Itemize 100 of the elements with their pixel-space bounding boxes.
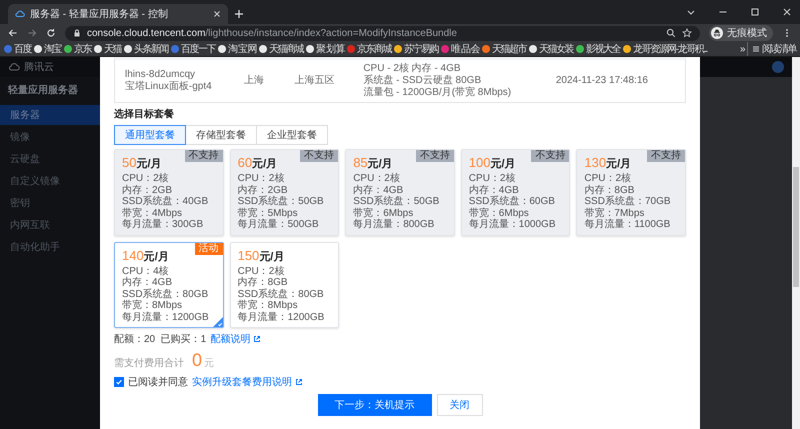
plan-spec: CPU：2核	[122, 173, 170, 184]
bookmark-link[interactable]: 京东商城	[347, 42, 392, 56]
table-cell-text: 2024-11-23 17:48:16	[556, 75, 649, 87]
plan-spec: CPU：4核	[122, 266, 170, 276]
plan-spec: 内存：2GB	[238, 184, 289, 196]
plan-spec: CPU：2核	[238, 173, 286, 184]
browser-tab[interactable]: 服务器 - 轻量应用服务器 - 控制	[8, 4, 228, 24]
quota-help-link[interactable]: 配额说明	[210, 332, 262, 346]
bookmark-link[interactable]: 百度一下	[171, 42, 215, 56]
plan-tab[interactable]: 存储型套餐	[185, 125, 257, 145]
plan-spec: 内存：4GB	[122, 277, 174, 288]
bookmark-link[interactable]: 天猫商城	[259, 42, 304, 56]
plan-spec: 带宽：7Mbps	[584, 208, 646, 218]
bookmark-link[interactable]: 影视大全	[576, 42, 620, 56]
bookmark-link[interactable]: 天猫女装	[529, 42, 574, 56]
forward-arrow-icon[interactable]	[27, 28, 37, 38]
scrollbar-thumb[interactable]	[793, 167, 799, 287]
address-field[interactable]: console.cloud.tencent.com/lighthouse/instance/index?action=ModifyInstanceBundle	[65, 26, 700, 40]
plan-badge: 不支持	[531, 150, 570, 162]
close-button[interactable]: 关闭	[436, 394, 482, 416]
plan-price: 85元/月	[353, 154, 393, 172]
bookmark-link[interactable]: 京东	[64, 42, 91, 56]
plan-price: 130元/月	[584, 154, 632, 172]
plan-spec: 带宽：6Mbps	[353, 208, 414, 218]
bookmark-link[interactable]: 唯 品 会	[441, 42, 480, 56]
plan-spec: 内存：8GB	[584, 184, 636, 196]
plan-badge: 不支持	[416, 150, 454, 162]
plan-spec: 内存：8GB	[238, 277, 289, 288]
external-link-icon[interactable]	[253, 335, 262, 343]
plan-tab[interactable]: 企业型套餐	[256, 125, 328, 145]
maximize-icon[interactable]	[750, 7, 760, 17]
section-title: 选择目标套餐	[114, 108, 175, 121]
plan-spec: SSD系统盘：40GB	[122, 196, 210, 208]
close-icon[interactable]	[782, 7, 792, 17]
plan-spec: SSD系统盘：80GB	[238, 288, 325, 300]
plan-spec: SSD系统盘：80GB	[122, 288, 210, 300]
bookmark-link[interactable]: 淘宝	[34, 42, 61, 56]
bookmark-link[interactable]: 百度	[4, 42, 31, 56]
bookmark-link[interactable]: 苏宁易购	[394, 42, 438, 56]
plan-badge: 不支持	[646, 150, 685, 162]
overflow-chevron[interactable]: »	[740, 44, 744, 54]
close-icon[interactable]	[213, 10, 221, 18]
plan-badge: 活动	[194, 242, 223, 254]
fee-terms-link[interactable]: 实例升级套餐费用说明	[192, 375, 303, 389]
reading-list-link[interactable]: 阅读清单	[747, 42, 796, 56]
bookmark-link[interactable]: 龙哥资源网-龙哥积...	[623, 42, 707, 56]
plan-spec: 带宽：5Mbps	[238, 208, 299, 218]
plan-spec: 内存：2GB	[122, 184, 174, 196]
plan-spec: 每月流量：800GB	[353, 219, 436, 230]
list-icon	[752, 45, 760, 53]
table-cell-text: 上海	[244, 75, 266, 87]
plan-spec: 每月流量：1000GB	[468, 219, 556, 230]
back-arrow-icon[interactable]	[8, 28, 18, 38]
plan-spec: 每月流量：1200GB	[238, 312, 326, 323]
table-cell-text: 上海五区	[294, 75, 336, 87]
profile-button[interactable]: 无痕模式	[709, 25, 773, 41]
external-link-icon[interactable]	[295, 378, 303, 386]
agreement-checkbox[interactable]	[114, 377, 124, 387]
plan-price: 140元/月	[122, 246, 169, 264]
incognito-icon	[711, 27, 723, 39]
plan-card[interactable]: 140元/月 活动 CPU：4核 内存：4GB SSD系统盘：80GB 带宽：8Mbps 每月流量：1200GB	[114, 242, 224, 328]
plan-spec: SSD系统盘：70GB	[584, 196, 672, 208]
plan-spec: 带宽：6Mbps	[468, 208, 530, 218]
total-label: 需支付费用合计	[114, 356, 184, 370]
quota-text: 配额：20 已购买：1	[114, 332, 206, 346]
plan-price: 150元/月	[238, 246, 284, 264]
plan-spec: 内存：4GB	[353, 184, 404, 196]
total-amount: 0	[192, 350, 202, 371]
plan-spec: 带宽：4Mbps	[122, 208, 184, 218]
reload-icon[interactable]	[46, 28, 56, 38]
star-icon[interactable]	[682, 28, 692, 38]
plan-spec: CPU：2核	[584, 173, 632, 184]
bookmark-link[interactable]: 淘 宝 网	[218, 42, 256, 56]
plan-price: 60元/月	[238, 154, 278, 172]
plan-spec: CPU：2核	[238, 266, 286, 276]
plan-spec: 带宽：8Mbps	[238, 300, 299, 312]
cloud-icon	[15, 9, 25, 19]
corner-check-icon	[212, 317, 223, 327]
plan-spec: 内存：4GB	[468, 184, 520, 196]
zoom-icon[interactable]	[666, 28, 676, 38]
plan-spec: 每月流量：1200GB	[122, 312, 210, 323]
bookmark-link[interactable]: 头条新闻	[124, 42, 168, 56]
plan-spec: 带宽：8Mbps	[122, 300, 184, 312]
agreement-text: 已阅读并同意	[128, 376, 188, 389]
table-cell-text: CPU - 2核 内存 - 4GB 系统盘 - SSD云硬盘 80GB 流量包 - 1200GB/月(带宽 8Mbps)	[363, 63, 512, 99]
plus-icon[interactable]	[234, 9, 244, 19]
plan-spec: 每月流量：300GB	[122, 219, 204, 230]
plan-spec: SSD系统盘：50GB	[353, 196, 440, 208]
bookmark-link[interactable]: 聚 划 算	[306, 42, 344, 56]
plan-card[interactable]: 150元/月 CPU：2核 内存：8GB SSD系统盘：80GB 带宽：8Mbps 每月流量：1200GB	[230, 242, 340, 328]
plan-spec: 每月流量：500GB	[238, 219, 320, 230]
next-button[interactable]: 下一步：关机提示	[318, 394, 432, 416]
plan-tab[interactable]: 通用型套餐	[114, 125, 186, 145]
plan-spec: CPU：2核	[353, 173, 401, 184]
bookmark-link[interactable]: 天猫超市	[482, 42, 526, 56]
plan-spec: CPU：2核	[468, 173, 516, 184]
bookmark-link[interactable]: 天猫	[94, 42, 121, 56]
brand-name: 腾讯云	[24, 60, 54, 74]
plan-spec: 每月流量：1100GB	[584, 219, 672, 230]
table-cell-text: lhins-8d2umcqy 宝塔Linux面板-gpt4	[125, 69, 213, 93]
